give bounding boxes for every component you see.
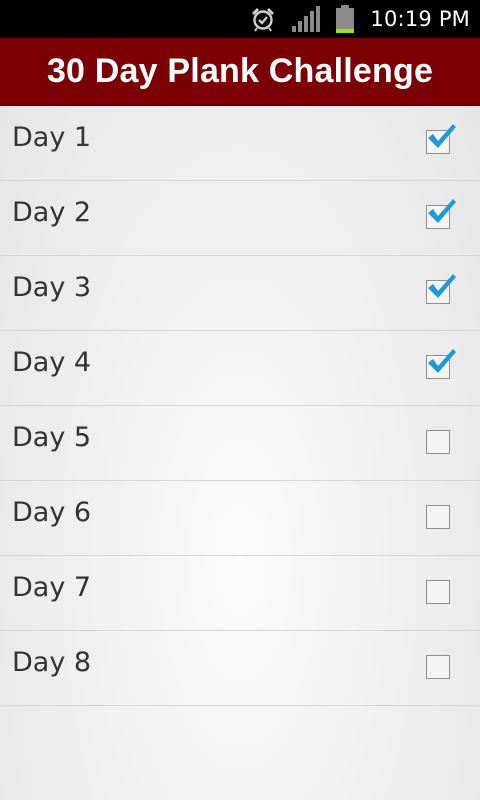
day-checkbox[interactable] xyxy=(426,505,450,529)
list-item-day-4[interactable]: Day 4 xyxy=(0,331,480,406)
day-label: Day 3 xyxy=(12,272,92,303)
list-item-day-7[interactable]: Day 7 xyxy=(0,556,480,631)
day-checkbox[interactable] xyxy=(426,430,450,454)
day-label: Day 5 xyxy=(12,422,92,453)
list-item-day-6[interactable]: Day 6 xyxy=(0,481,480,556)
day-label: Day 8 xyxy=(12,647,92,678)
day-label: Day 4 xyxy=(12,347,92,378)
day-checkbox[interactable] xyxy=(426,655,450,679)
title-bar: 30 Day Plank Challenge xyxy=(0,38,480,106)
check-icon xyxy=(428,199,456,223)
check-icon xyxy=(428,274,456,298)
day-label: Day 1 xyxy=(12,122,92,153)
battery-icon xyxy=(336,5,355,33)
day-checkbox[interactable] xyxy=(426,349,456,379)
page-title: 30 Day Plank Challenge xyxy=(46,52,434,90)
list-item-day-5[interactable]: Day 5 xyxy=(0,406,480,481)
day-checkbox[interactable] xyxy=(426,124,456,154)
day-label: Day 2 xyxy=(12,197,92,228)
list-item-day-2[interactable]: Day 2 xyxy=(0,181,480,256)
list-item-day-8[interactable]: Day 8 xyxy=(0,631,480,706)
alarm-icon xyxy=(250,6,276,32)
day-list: Day 1 Day 2 Day 3 Day 4 Day 5 Day 6 Day … xyxy=(0,106,480,706)
list-item-day-1[interactable]: Day 1 xyxy=(0,106,480,181)
day-checkbox[interactable] xyxy=(426,580,450,604)
signal-icon xyxy=(292,6,321,32)
day-checkbox[interactable] xyxy=(426,274,456,304)
list-item-day-3[interactable]: Day 3 xyxy=(0,256,480,331)
status-time: 10:19 PM xyxy=(370,7,470,31)
check-icon xyxy=(428,349,456,373)
day-checkbox[interactable] xyxy=(426,199,456,229)
check-icon xyxy=(428,124,456,148)
day-label: Day 6 xyxy=(12,497,92,528)
status-bar: 10:19 PM xyxy=(0,0,480,38)
day-label: Day 7 xyxy=(12,572,92,603)
